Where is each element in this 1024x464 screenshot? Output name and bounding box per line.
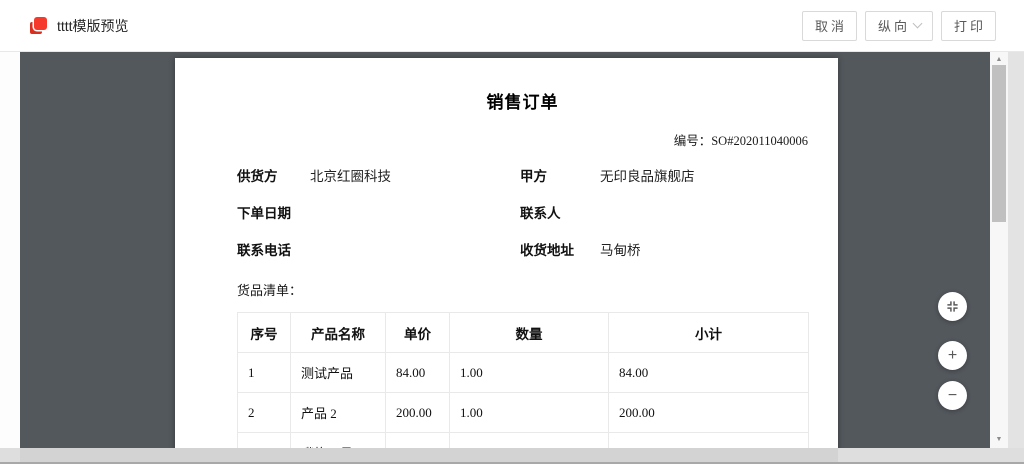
top-bar: tttt模版预览 取消 纵向 打印: [0, 0, 1024, 52]
col-header-product-name: 产品名称: [291, 313, 386, 353]
zoom-in-button[interactable]: +: [938, 341, 967, 370]
orientation-dropdown-label: 纵向: [878, 16, 910, 35]
field-label-party-a: 甲方: [520, 169, 600, 184]
zoom-out-button[interactable]: −: [938, 381, 967, 410]
cell-product-name: 测试产品: [291, 353, 386, 393]
zoom-out-icon: −: [948, 387, 957, 405]
col-header-subtotal: 小计: [609, 313, 809, 353]
horizontal-scrollbar-thumb[interactable]: [20, 448, 838, 462]
orientation-dropdown[interactable]: 纵向: [865, 11, 933, 41]
fit-to-screen-button[interactable]: [938, 292, 967, 321]
field-value-delivery-address: 马甸桥: [600, 243, 808, 258]
cell-quantity: 1.00: [450, 393, 609, 433]
field-label-delivery-address: 收货地址: [520, 243, 600, 258]
cell-quantity: 1.00: [450, 353, 609, 393]
cell-index: 1: [238, 353, 291, 393]
order-fields: 供货方 北京红圈科技 甲方 无印良品旗舰店 下单日期 联系人 联系电话 收货地址…: [237, 169, 808, 258]
document-page: 销售订单 编号：SO#202011040006 供货方 北京红圈科技 甲方 无印…: [175, 58, 838, 448]
cancel-button[interactable]: 取消: [802, 11, 857, 41]
field-value-phone: [310, 243, 520, 258]
chevron-down-icon: [913, 19, 923, 29]
fit-to-screen-icon: [946, 300, 959, 313]
col-header-index: 序号: [238, 313, 291, 353]
order-number: 编号：SO#202011040006: [237, 130, 808, 149]
vertical-scrollbar[interactable]: ▲ ▼: [990, 52, 1008, 448]
field-label-phone: 联系电话: [237, 243, 310, 258]
cell-index: 2: [238, 393, 291, 433]
col-header-quantity: 数量: [450, 313, 609, 353]
order-number-value: SO#202011040006: [711, 134, 808, 148]
items-table-header-row: 序号 产品名称 单价 数量 小计: [238, 313, 809, 353]
cell-subtotal: 84.00: [609, 353, 809, 393]
horizontal-scrollbar[interactable]: [0, 448, 1024, 464]
document-preview-area: 销售订单 编号：SO#202011040006 供货方 北京红圈科技 甲方 无印…: [20, 52, 1008, 448]
cell-subtotal: 200.00: [609, 393, 809, 433]
cancel-button-label: 取消: [815, 16, 847, 35]
preview-stage: 销售订单 编号：SO#202011040006 供货方 北京红圈科技 甲方 无印…: [0, 52, 1024, 448]
cell-unit-price: 200.00: [386, 393, 450, 433]
cell-unit-price: 800.00: [386, 433, 450, 449]
app-logo-icon: [30, 17, 47, 34]
stage-left-margin: [0, 52, 20, 448]
table-row: 2 产品 2 200.00 1.00 200.00: [238, 393, 809, 433]
zoom-in-icon: +: [948, 347, 957, 365]
table-row: 3 嘴炮 1 号 800.00 111111111111.00 88,888,8…: [238, 433, 809, 449]
cell-subtotal: 88,888,888,888,800.00: [609, 433, 809, 449]
toolbar-actions: 取消 纵向 打印: [802, 11, 996, 41]
document-title: 销售订单: [237, 88, 808, 113]
col-header-unit-price: 单价: [386, 313, 450, 353]
scroll-up-icon[interactable]: ▲: [990, 52, 1008, 66]
cell-index: 3: [238, 433, 291, 449]
print-button-label: 打印: [954, 16, 986, 35]
field-label-supplier: 供货方: [237, 169, 310, 184]
page-title: tttt模版预览: [57, 16, 129, 36]
goods-list-label: 货品清单：: [237, 280, 808, 299]
stage-right-margin: [1008, 52, 1024, 448]
print-button[interactable]: 打印: [941, 11, 996, 41]
field-label-order-date: 下单日期: [237, 206, 310, 221]
field-value-order-date: [310, 206, 520, 221]
field-value-contact: [600, 206, 808, 221]
cell-unit-price: 84.00: [386, 353, 450, 393]
cell-quantity: 111111111111.00: [450, 433, 609, 449]
cell-product-name: 产品 2: [291, 393, 386, 433]
field-value-supplier: 北京红圈科技: [310, 169, 520, 184]
field-value-party-a: 无印良品旗舰店: [600, 169, 808, 184]
items-table: 序号 产品名称 单价 数量 小计 1 测试产品 84.00 1.00 84.00: [237, 312, 809, 448]
vertical-scrollbar-thumb[interactable]: [992, 65, 1006, 222]
cell-product-name: 嘴炮 1 号: [291, 433, 386, 449]
scroll-down-icon[interactable]: ▼: [990, 432, 1008, 446]
field-label-contact: 联系人: [520, 206, 600, 221]
order-number-label: 编号：: [674, 134, 712, 148]
table-row: 1 测试产品 84.00 1.00 84.00: [238, 353, 809, 393]
